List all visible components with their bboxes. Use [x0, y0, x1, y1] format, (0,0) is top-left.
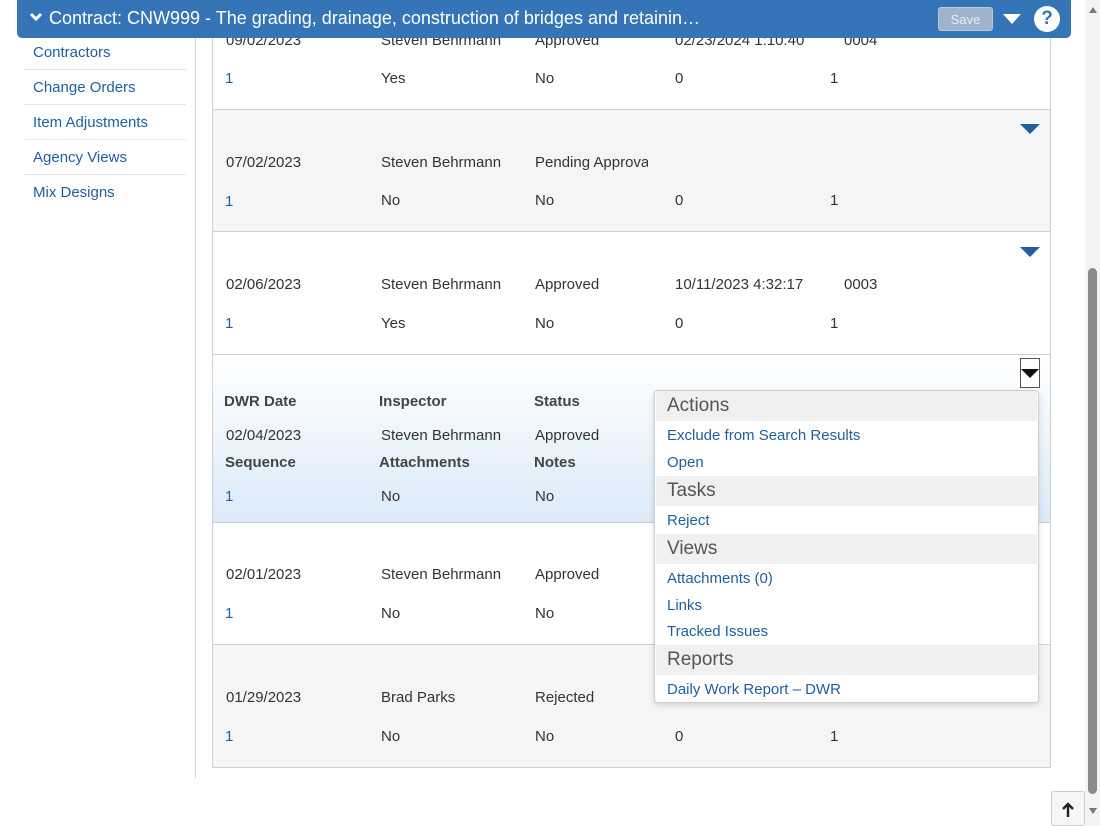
inspector: Brad Parks [381, 689, 456, 706]
count: 0 [675, 192, 684, 209]
scroll-down-icon[interactable] [1089, 808, 1097, 814]
sequence-link[interactable]: 1 [225, 315, 233, 332]
sidebar-item-agency-views[interactable]: Agency Views [24, 141, 186, 175]
inspector-label: Inspector [379, 393, 447, 410]
dwr-date: 07/02/2023 [226, 154, 302, 171]
dwr-record[interactable]: 07/02/2023 Steven Behrmann Pending Appro… [212, 109, 1051, 232]
sidebar-item-contractors[interactable]: Contractors [24, 36, 186, 70]
dwr-date: 02/04/2023 [226, 427, 302, 444]
sidebar-item-item-adjustments[interactable]: Item Adjustments [24, 106, 186, 140]
inspector: Steven Behrmann [381, 427, 502, 444]
scroll-up-icon[interactable] [1089, 7, 1097, 13]
chevron-down-icon[interactable] [29, 11, 43, 23]
contract-header: Contract: CNW999 - The grading, drainage… [17, 0, 1071, 38]
status: Pending Approval [535, 154, 648, 171]
inspector: Steven Behrmann [381, 154, 502, 171]
sequence-link[interactable]: 1 [225, 728, 233, 745]
tasks-section-title: Tasks [656, 476, 1037, 506]
dwr-date: 02/06/2023 [226, 276, 302, 293]
notes: No [535, 605, 555, 622]
record-number: 0003 [844, 276, 878, 293]
dwr-date: 01/29/2023 [226, 689, 302, 706]
notes: No [535, 728, 555, 745]
links-link[interactable]: Links [667, 597, 702, 614]
arrow-up-icon [1062, 802, 1074, 817]
attachments: No [381, 605, 401, 622]
save-button[interactable]: Save [938, 7, 993, 31]
count: 1 [830, 728, 839, 745]
tracked-issues-link[interactable]: Tracked Issues [667, 623, 768, 640]
row-actions-button[interactable] [1020, 358, 1040, 388]
caret-down-icon[interactable] [1020, 246, 1040, 258]
sequence-label: Sequence [225, 454, 296, 471]
sequence-link[interactable]: 1 [225, 605, 233, 622]
actions-section-title: Actions [656, 391, 1037, 421]
daily-work-report-link[interactable]: Daily Work Report – DWR [667, 681, 841, 698]
count: 0 [675, 315, 684, 332]
approved-date: 10/11/2023 4:32:17 [675, 276, 804, 293]
inspector: Steven Behrmann [381, 276, 502, 293]
views-section-title: Views [656, 534, 1037, 564]
back-to-top-button[interactable] [1051, 791, 1085, 826]
caret-down-icon [1021, 369, 1039, 378]
notes: No [535, 192, 555, 209]
reject-link[interactable]: Reject [667, 512, 710, 529]
count: 1 [830, 192, 839, 209]
open-link[interactable]: Open [667, 454, 704, 471]
attachments-link[interactable]: Attachments (0) [667, 570, 773, 587]
status: Approved [535, 427, 600, 444]
attachments: Yes [381, 315, 406, 332]
attachments: No [381, 488, 401, 505]
attachments: Yes [381, 70, 406, 87]
notes: No [535, 315, 555, 332]
attachments-label: Attachments [379, 454, 470, 471]
status: Approved [535, 276, 600, 293]
notes-label: Notes [534, 454, 576, 471]
scrollbar-thumb[interactable] [1088, 268, 1097, 794]
caret-down-icon[interactable] [1020, 123, 1040, 135]
caret-down-icon[interactable] [1003, 13, 1021, 25]
sidebar: Contractors Change Orders Item Adjustmen… [0, 0, 196, 778]
count: 0 [675, 70, 684, 87]
reports-section-title: Reports [656, 645, 1037, 675]
sidebar-item-mix-designs[interactable]: Mix Designs [24, 176, 186, 210]
sequence-link[interactable]: 1 [225, 70, 233, 87]
notes: No [535, 488, 555, 505]
inspector: Steven Behrmann [381, 566, 502, 583]
sequence-link[interactable]: 1 [225, 193, 233, 210]
sequence-link[interactable]: 1 [225, 488, 233, 505]
attachments: No [381, 728, 401, 745]
count: 1 [830, 315, 839, 332]
actions-popup: Actions Exclude from Search Results Open… [654, 390, 1039, 703]
page-title: Contract: CNW999 - The grading, drainage… [49, 8, 701, 28]
dwr-date: 02/01/2023 [226, 566, 302, 583]
count: 0 [675, 728, 684, 745]
status: Rejected [535, 689, 595, 706]
status-label: Status [534, 393, 580, 410]
exclude-from-search-link[interactable]: Exclude from Search Results [667, 427, 860, 444]
notes: No [535, 70, 555, 87]
help-icon[interactable]: ? [1034, 6, 1060, 32]
attachments: No [381, 192, 401, 209]
dwr-date-label: DWR Date [224, 393, 297, 410]
sidebar-item-change-orders[interactable]: Change Orders [24, 71, 186, 105]
status: Approved [535, 566, 600, 583]
count: 1 [830, 70, 839, 87]
dwr-record[interactable]: 02/06/2023 Steven Behrmann Approved 10/1… [212, 231, 1051, 355]
